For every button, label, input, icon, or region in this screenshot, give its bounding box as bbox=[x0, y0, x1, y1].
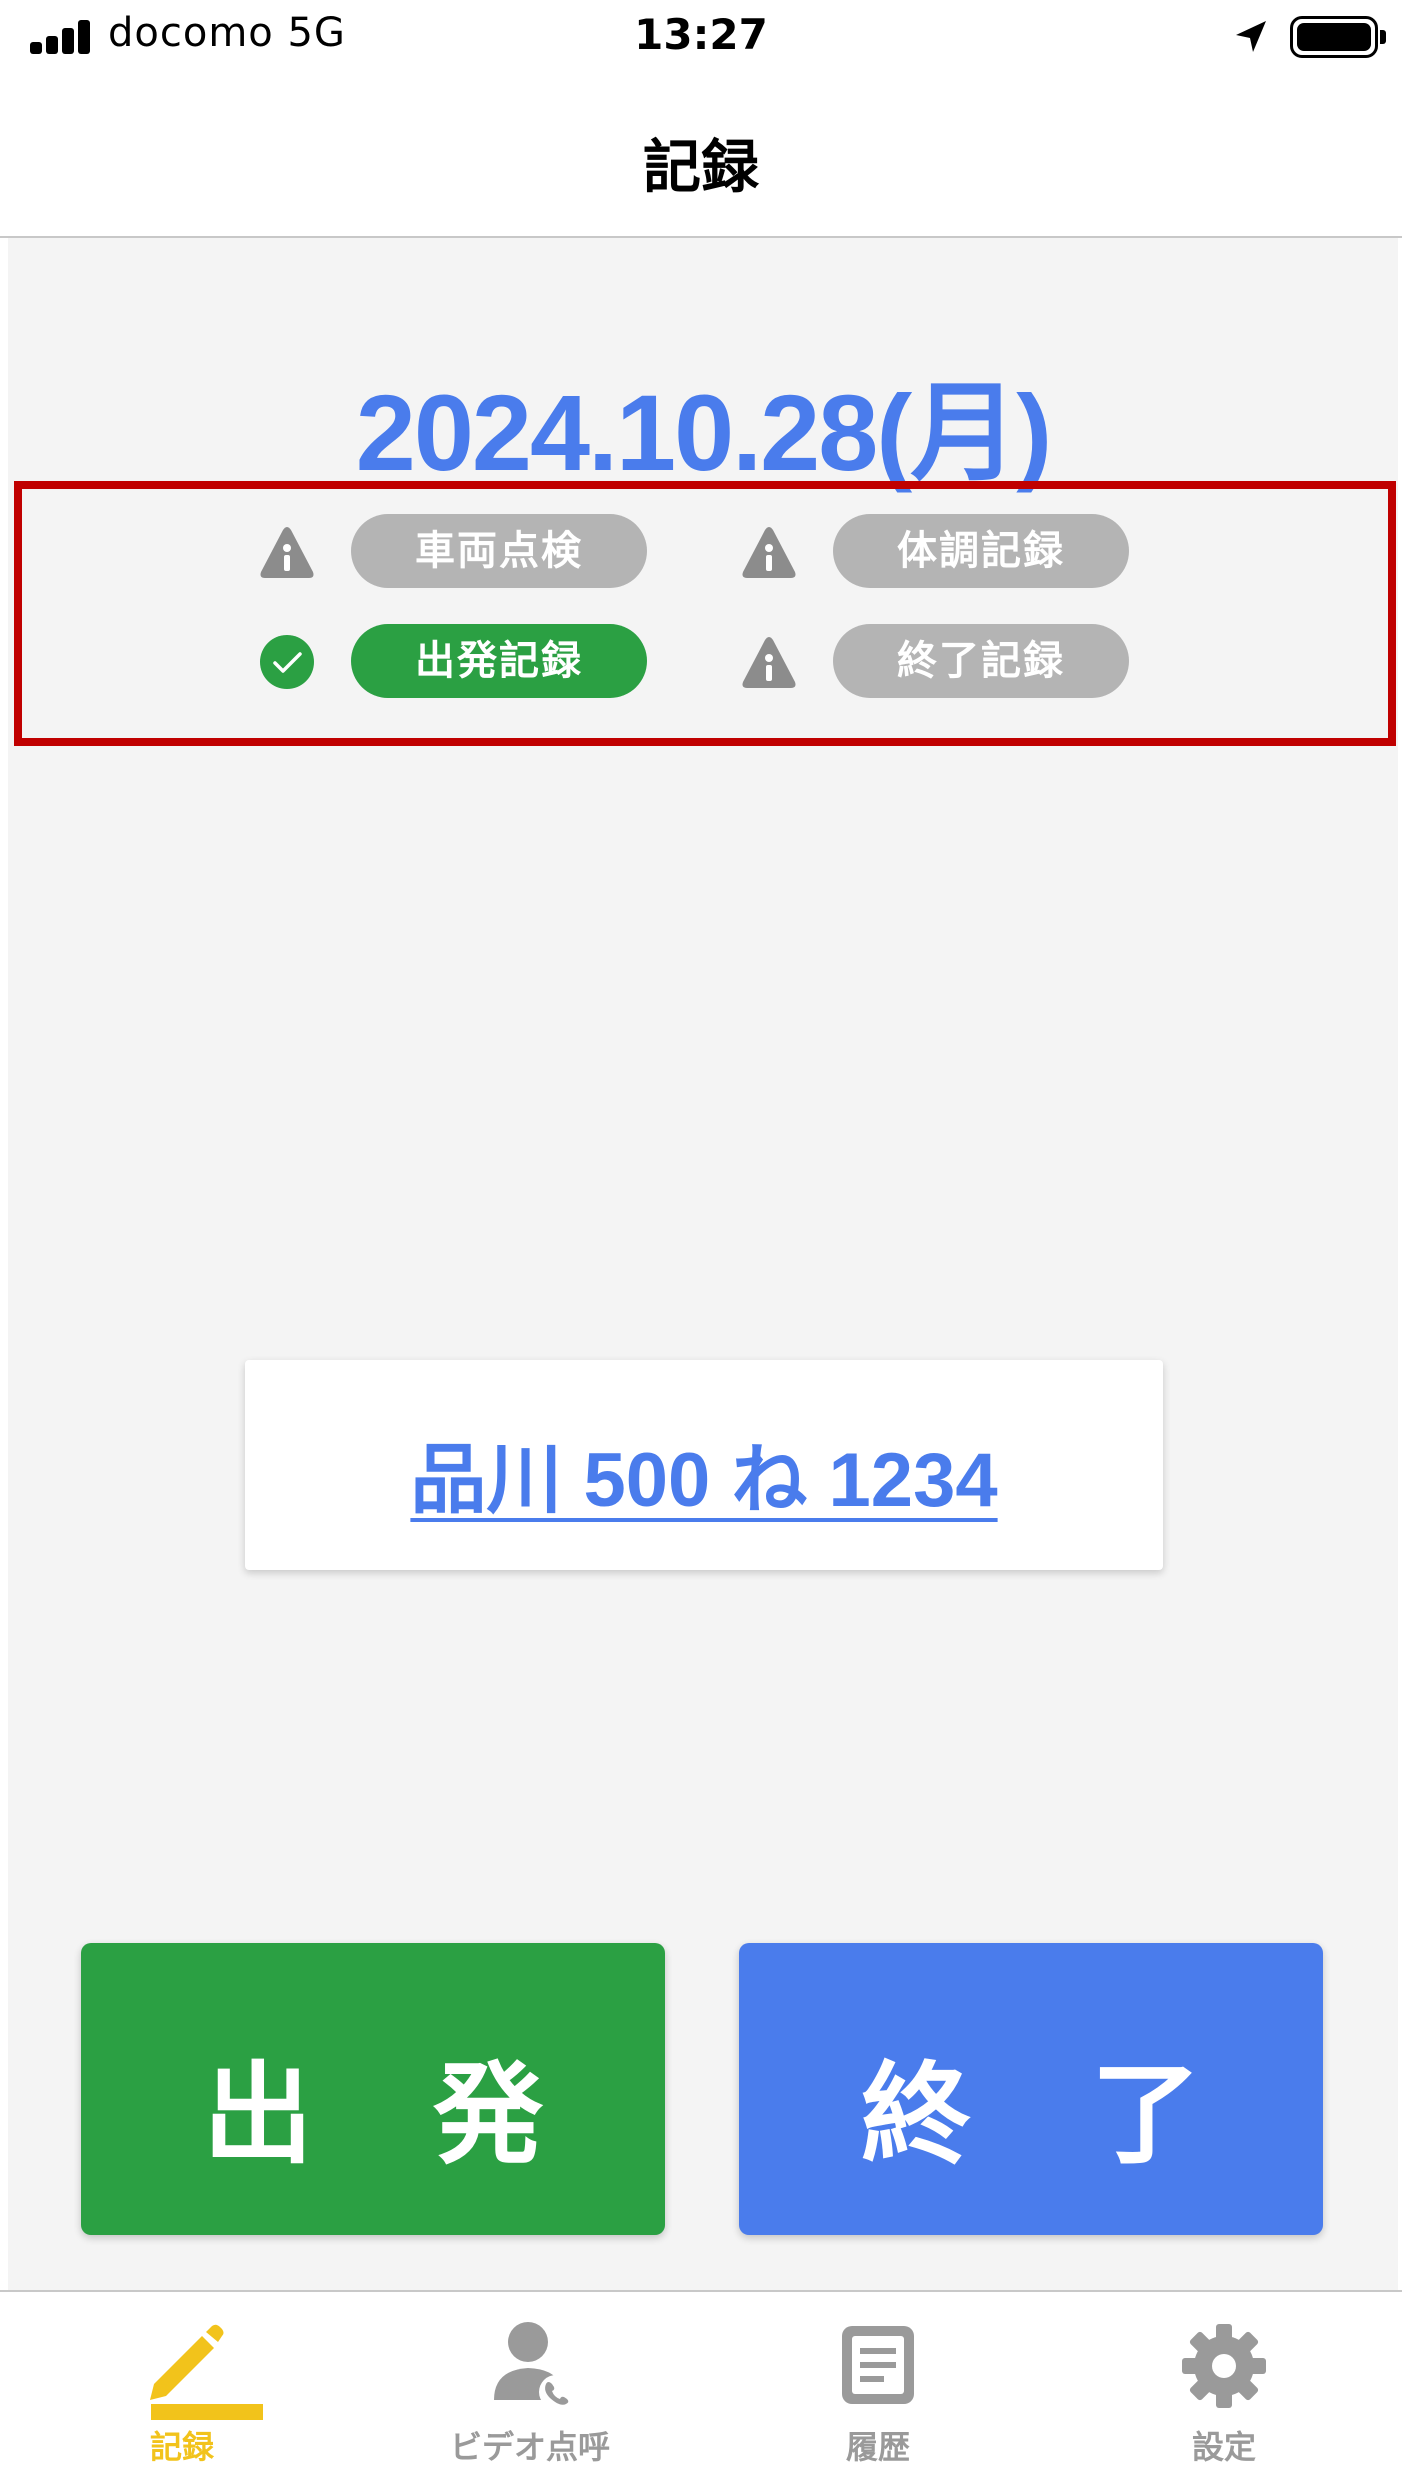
tab-label: 記録 bbox=[149, 2428, 214, 2466]
end-button[interactable]: 終 了 bbox=[739, 1943, 1323, 2235]
current-date: 2024.10.28(月) bbox=[355, 372, 1052, 493]
status-bar: docomo 5G 13:27 bbox=[0, 0, 1402, 76]
status-pill[interactable]: 終了記録 bbox=[833, 624, 1129, 698]
battery-icon bbox=[1290, 16, 1378, 58]
warning-icon bbox=[742, 637, 796, 688]
end-button-char-1: 終 bbox=[861, 2051, 971, 2179]
vehicle-plate-link[interactable]: 品川 500 ね 1234 bbox=[245, 1418, 1163, 1528]
clock: 13:27 bbox=[634, 10, 768, 59]
pencil-icon bbox=[150, 2324, 224, 2400]
tab-settings[interactable]: 設定 bbox=[1074, 2292, 1374, 2475]
status-pill[interactable]: 出発記録 bbox=[351, 624, 647, 698]
record-status-panel: 車両点検 体調記録 出発記録 終了記録 bbox=[14, 481, 1396, 746]
vehicle-plate-card[interactable]: 品川 500 ね 1234 bbox=[245, 1360, 1163, 1570]
check-circle-icon bbox=[260, 635, 314, 689]
status-pill[interactable]: 体調記録 bbox=[833, 514, 1129, 588]
status-health-record: 体調記録 bbox=[739, 514, 1139, 588]
video-person-icon bbox=[494, 2322, 573, 2409]
tab-label: 設定 bbox=[1191, 2428, 1256, 2466]
tab-record[interactable]: 記録 bbox=[32, 2292, 332, 2475]
depart-button-char-1: 出 bbox=[203, 2051, 313, 2179]
warning-icon bbox=[742, 527, 796, 578]
status-pill[interactable]: 車両点検 bbox=[351, 514, 647, 588]
end-button-char-2: 了 bbox=[1091, 2051, 1201, 2179]
warning-icon bbox=[260, 527, 314, 578]
status-end-record: 終了記録 bbox=[739, 624, 1139, 698]
document-icon bbox=[842, 2326, 914, 2404]
tab-bar: 記録 ビデオ点呼 履歴 設定 bbox=[0, 2290, 1402, 2475]
gear-icon bbox=[1182, 2324, 1266, 2408]
tab-video-rollcall[interactable]: ビデオ点呼 bbox=[380, 2292, 680, 2475]
page-title: 記録 bbox=[642, 133, 759, 201]
location-arrow-icon bbox=[1236, 21, 1266, 52]
navigation-bar: 記録 bbox=[0, 76, 1402, 238]
battery-tip bbox=[1380, 30, 1386, 44]
status-vehicle-inspection: 車両点検 bbox=[257, 514, 657, 588]
active-tab-indicator bbox=[151, 2404, 263, 2420]
status-departure-record: 出発記録 bbox=[257, 624, 657, 698]
tab-label: 履歴 bbox=[845, 2428, 910, 2466]
depart-button[interactable]: 出 発 bbox=[81, 1943, 665, 2235]
tab-history[interactable]: 履歴 bbox=[728, 2292, 1028, 2475]
main-content: 2024.10.28(月) 車両点検 体調記録 出発記録 終了記録 品川 500… bbox=[8, 238, 1398, 2290]
tab-label: ビデオ点呼 bbox=[449, 2428, 610, 2466]
depart-button-char-2: 発 bbox=[433, 2051, 543, 2179]
